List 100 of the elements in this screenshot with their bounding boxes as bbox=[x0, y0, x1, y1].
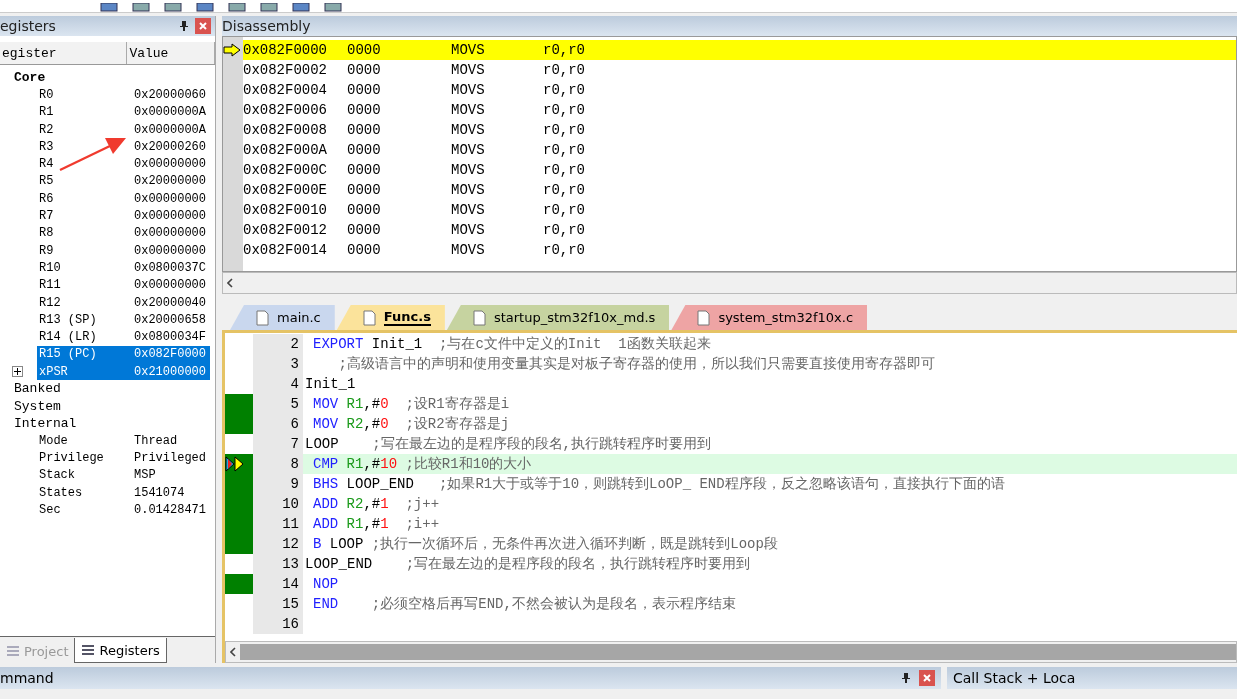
file-tab[interactable]: system_stm32f10x.c bbox=[671, 305, 868, 330]
code-line: BHS LOOP_END ;如果R1大于或等于10，则跳转到LoOP_ END程序段，反之忽略该语句，直接执行下面的语 bbox=[312, 475, 1006, 494]
code-line: MOV R1,#0 ;设R1寄存器是i bbox=[312, 395, 511, 414]
register-name: States bbox=[38, 485, 84, 500]
selected-register-row[interactable]: xPSR 0x21000000 bbox=[37, 363, 210, 381]
code-line: LOOP_END ;写在最左边的是程序段的段名，执行跳转程序时要用到 bbox=[304, 555, 752, 574]
disassembly-row[interactable]: 0x082F0006 0000 MOVS r0,r0 bbox=[243, 100, 1236, 120]
coverage-marker bbox=[225, 574, 253, 594]
disassembly-row[interactable]: 0x082F000C 0000 MOVS r0,r0 bbox=[243, 160, 1236, 180]
operands: r0,r0 bbox=[543, 142, 586, 158]
tree-group[interactable]: Banked bbox=[14, 381, 61, 397]
line-number: 11 bbox=[253, 514, 303, 534]
expand-icon[interactable] bbox=[12, 366, 23, 378]
register-name: R7 bbox=[38, 209, 55, 223]
opcode: 0000 bbox=[347, 202, 382, 218]
file-tab[interactable]: startup_stm32f10x_md.s bbox=[446, 305, 670, 330]
line-number: 12 bbox=[253, 534, 303, 554]
mnemonic: MOVS bbox=[451, 182, 486, 198]
line-number: 14 bbox=[253, 574, 303, 594]
operands: r0,r0 bbox=[543, 182, 586, 198]
code-line: ADD R2,#1 ;j++ bbox=[312, 495, 441, 514]
disassembly-row[interactable]: 0x082F0012 0000 MOVS r0,r0 bbox=[243, 220, 1236, 240]
register-name: R12 bbox=[38, 295, 62, 310]
code-line: EXPORT Init_1 ;与在c文件中定义的Init 1函数关联起来 bbox=[312, 335, 712, 354]
code-line: ADD R1,#1 ;i++ bbox=[312, 515, 441, 534]
panel-title: Call Stack + Loca bbox=[953, 670, 1077, 686]
disassembly-row[interactable]: 0x082F0008 0000 MOVS r0,r0 bbox=[243, 120, 1236, 140]
toolbar-icon[interactable] bbox=[324, 3, 342, 12]
toolbar-icon[interactable] bbox=[100, 3, 118, 12]
current-line-arrow-icon bbox=[223, 43, 241, 57]
panel-title: Disassembly bbox=[222, 18, 312, 34]
register-value: 0x00000000 bbox=[134, 209, 206, 223]
tree-group[interactable]: Core bbox=[14, 70, 46, 86]
opcode: 0000 bbox=[347, 142, 382, 158]
mnemonic: MOVS bbox=[451, 222, 486, 238]
disassembly-row[interactable]: 0x082F0002 0000 MOVS r0,r0 bbox=[243, 60, 1236, 80]
register-value: 0x0800037C bbox=[134, 260, 206, 275]
operands: r0,r0 bbox=[543, 82, 586, 98]
register-name: R8 bbox=[38, 226, 55, 241]
toolbar-icon[interactable] bbox=[292, 3, 310, 12]
register-name: Mode bbox=[38, 433, 69, 448]
register-name: R4 bbox=[38, 157, 55, 172]
tree-group[interactable]: System bbox=[14, 398, 61, 414]
scroll-left-icon[interactable] bbox=[227, 278, 233, 288]
address: 0x082F0012 bbox=[243, 222, 328, 238]
register-value: 0x20000000 bbox=[134, 174, 206, 189]
pin-icon[interactable] bbox=[901, 672, 911, 684]
register-name: R0 bbox=[38, 87, 55, 102]
disassembly-row[interactable]: 0x082F0014 0000 MOVS r0,r0 bbox=[243, 240, 1236, 260]
execution-marker-icon bbox=[225, 456, 245, 472]
operands: r0,r0 bbox=[543, 122, 586, 138]
register-value: 0x21000000 bbox=[134, 364, 206, 379]
address: 0x082F0002 bbox=[243, 62, 328, 78]
panel-title: egisters bbox=[0, 18, 57, 34]
disassembly-row[interactable]: 0x082F0010 0000 MOVS r0,r0 bbox=[243, 200, 1236, 220]
tree-group[interactable]: Internal bbox=[14, 416, 77, 432]
line-number: 4 bbox=[253, 374, 303, 394]
address: 0x082F0008 bbox=[243, 122, 328, 138]
pin-icon[interactable] bbox=[179, 20, 189, 32]
register-value: 0x00000000 bbox=[134, 157, 206, 172]
address: 0x082F0004 bbox=[243, 82, 328, 98]
scroll-left-icon[interactable] bbox=[230, 647, 236, 657]
toolbar-icon[interactable] bbox=[164, 3, 182, 12]
code-line: END ;必须空格后再写END,不然会被认为是段名，表示程序结束 bbox=[312, 595, 737, 614]
register-name: R5 bbox=[38, 174, 55, 189]
code-line: MOV R2,#0 ;设R2寄存器是j bbox=[312, 415, 511, 434]
horizontal-scrollbar[interactable] bbox=[225, 641, 1237, 663]
address: 0x082F0010 bbox=[243, 202, 328, 218]
toolbar-icon[interactable] bbox=[260, 3, 278, 12]
register-value: 0x00000000 bbox=[134, 243, 206, 258]
horizontal-scrollbar[interactable] bbox=[222, 272, 1237, 294]
register-name: xPSR bbox=[38, 364, 69, 379]
toolbar-icon[interactable] bbox=[196, 3, 214, 12]
disassembly-row[interactable]: 0x082F000A 0000 MOVS r0,r0 bbox=[243, 140, 1236, 160]
toolbar-icon[interactable] bbox=[228, 3, 246, 12]
annotation-arrow bbox=[59, 138, 126, 172]
register-value: 0x20000060 bbox=[134, 87, 206, 102]
opcode: 0000 bbox=[347, 122, 382, 138]
selected-register-row[interactable]: R15 (PC) 0x082F0000 bbox=[37, 345, 210, 363]
close-icon[interactable] bbox=[195, 18, 211, 34]
opcode: 0000 bbox=[347, 102, 382, 118]
operands: r0,r0 bbox=[543, 102, 586, 118]
line-number: 10 bbox=[253, 494, 303, 514]
close-icon[interactable] bbox=[919, 670, 935, 686]
file-tab[interactable]: Func.s bbox=[336, 305, 445, 330]
disassembly-row[interactable]: 0x082F000E 0000 MOVS r0,r0 bbox=[243, 180, 1236, 200]
mnemonic: MOVS bbox=[451, 62, 486, 78]
register-value: 0.01428471 bbox=[134, 503, 206, 518]
column-header[interactable]: Value bbox=[127, 42, 215, 64]
file-tab[interactable]: main.c bbox=[230, 305, 335, 330]
address: 0x082F0014 bbox=[243, 242, 328, 258]
panel-tab[interactable]: Registers bbox=[74, 638, 167, 663]
column-header[interactable]: egister bbox=[0, 42, 128, 64]
toolbar-icon[interactable] bbox=[132, 3, 150, 12]
line-number: 8 bbox=[253, 454, 303, 474]
register-name: Stack bbox=[38, 468, 76, 483]
disassembly-row[interactable]: 0x082F0000 0000 MOVS r0,r0 bbox=[243, 40, 1236, 60]
operands: r0,r0 bbox=[543, 222, 586, 238]
disassembly-row[interactable]: 0x082F0004 0000 MOVS r0,r0 bbox=[243, 80, 1236, 100]
address: 0x082F000E bbox=[243, 182, 328, 198]
